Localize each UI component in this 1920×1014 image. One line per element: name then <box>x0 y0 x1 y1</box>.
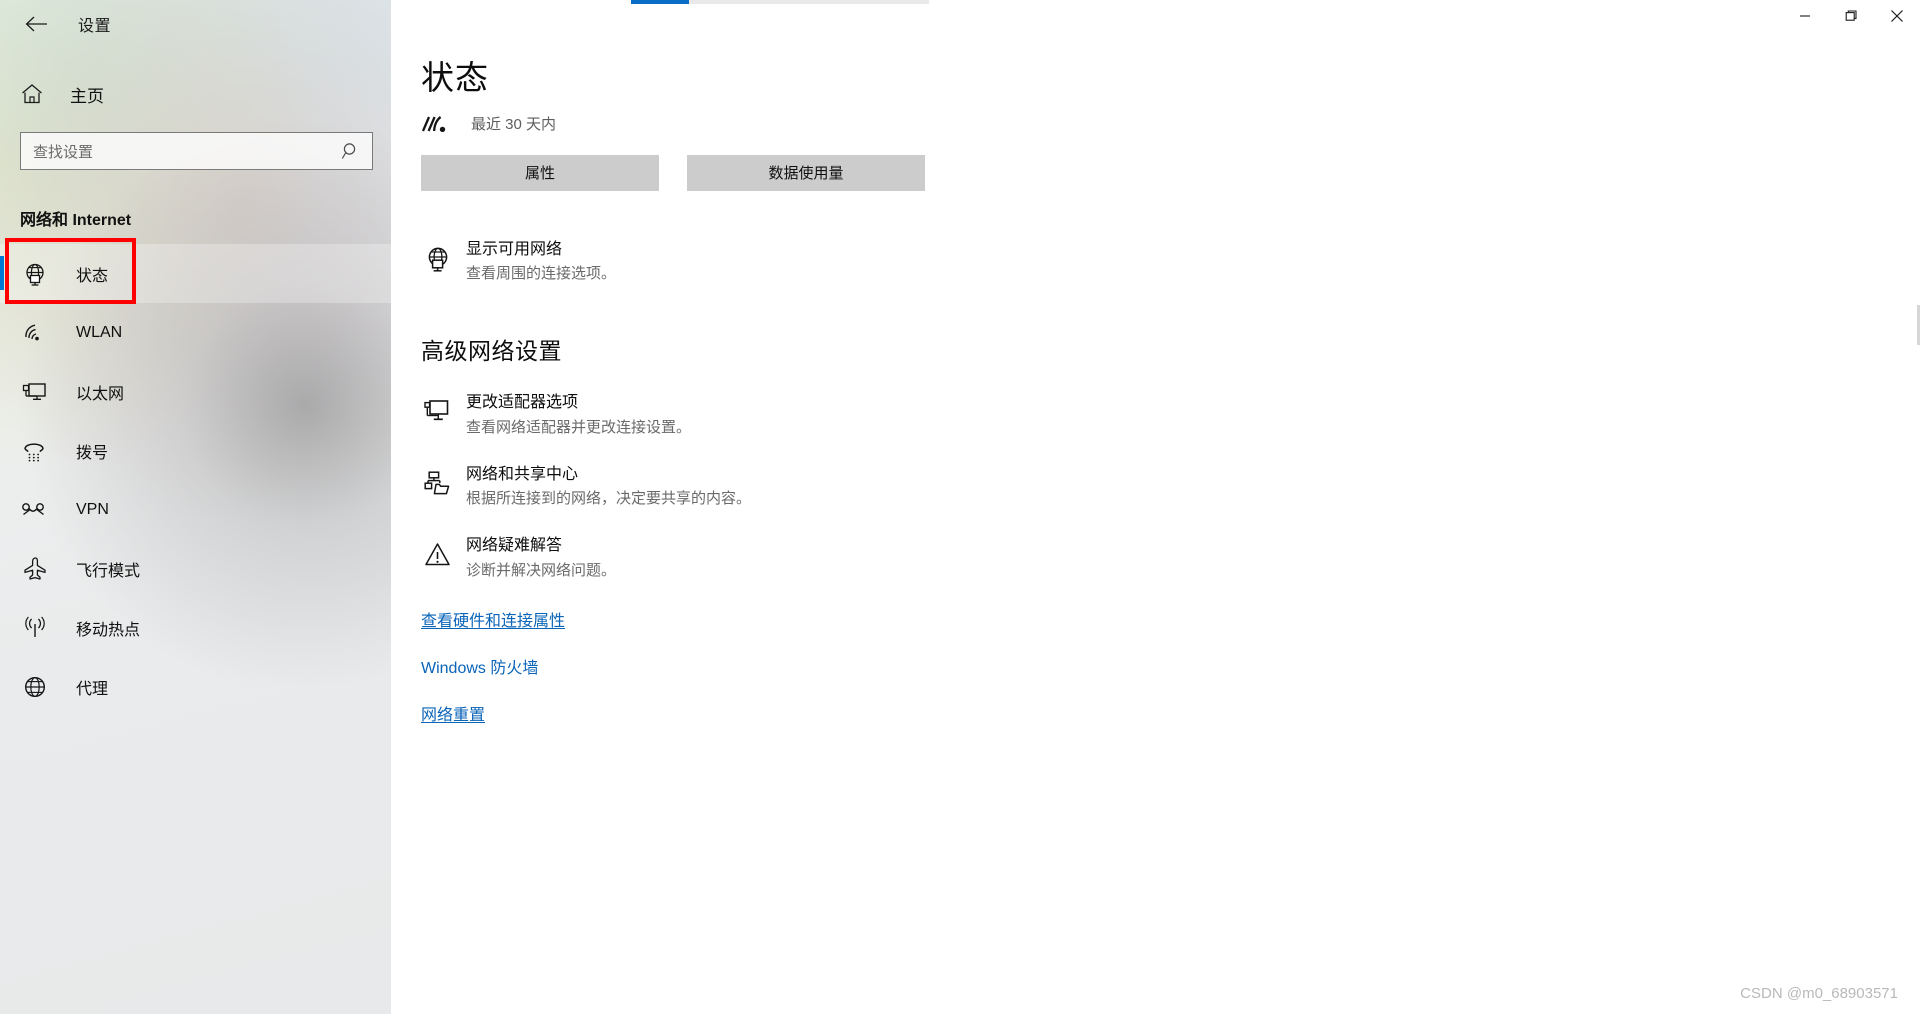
properties-button[interactable]: 属性 <box>421 154 659 191</box>
show-available-networks-title: 显示可用网络 <box>466 240 563 258</box>
change-adapter-options-item[interactable]: 更改适配器选项 查看网络适配器并更改连接设置。 <box>421 392 1920 438</box>
minimize-icon[interactable] <box>1782 0 1828 32</box>
content-pane: 状态 最近 30 天内 属性 数据使用量 显示可用网络 查看周围的连接选项。 高… <box>391 0 1920 1014</box>
network-reset-link[interactable]: 网络重置 <box>421 701 485 725</box>
globe-icon <box>20 259 50 289</box>
warning-triangle-icon <box>421 535 455 581</box>
sidebar-nav-list: 状态 WLAN 以太网 拨号 VPN 飞行模式 移动热点 代理 <box>0 244 391 716</box>
sidebar-item-dialup[interactable]: 拨号 <box>0 421 391 480</box>
window-controls <box>1782 0 1920 32</box>
restore-icon[interactable] <box>1828 0 1874 32</box>
search-wrapper: 查找设置 <box>20 132 373 170</box>
proxy-globe-icon <box>20 672 50 702</box>
status-summary: 最近 30 天内 <box>421 111 1920 137</box>
hardware-properties-link[interactable]: 查看硬件和连接属性 <box>421 607 565 631</box>
settings-window: 设置 主页 查找设置 网络和 Internet 状态 WLAN 以太网 拨号 V… <box>0 0 1920 1014</box>
back-arrow-icon[interactable] <box>14 6 58 42</box>
sidebar-item-wlan[interactable]: WLAN <box>0 303 391 362</box>
data-usage-button[interactable]: 数据使用量 <box>687 154 925 191</box>
show-available-networks-item[interactable]: 显示可用网络 查看周围的连接选项。 <box>421 239 1920 285</box>
search-placeholder: 查找设置 <box>33 143 94 161</box>
network-troubleshooter-title: 网络疑难解答 <box>466 537 563 555</box>
network-troubleshooter-desc: 诊断并解决网络问题。 <box>466 561 617 579</box>
wifi-icon <box>20 318 50 348</box>
sidebar-titlebar: 设置 <box>0 0 391 48</box>
sidebar-item-dialup-label: 拨号 <box>76 444 109 462</box>
sidebar: 设置 主页 查找设置 网络和 Internet 状态 WLAN 以太网 拨号 V… <box>0 0 391 1014</box>
change-adapter-options-title: 更改适配器选项 <box>466 394 579 412</box>
watermark: CSDN @m0_68903571 <box>1740 985 1898 1002</box>
sidebar-item-status[interactable]: 状态 <box>0 244 391 303</box>
inactive-tab-indicator <box>689 0 929 4</box>
window-titlebar <box>391 0 1920 48</box>
ethernet-icon <box>20 377 50 407</box>
sidebar-item-ethernet-label: 以太网 <box>76 385 125 403</box>
sidebar-item-home[interactable]: 主页 <box>0 70 391 118</box>
vpn-icon <box>20 495 50 525</box>
page-title: 状态 <box>421 59 489 96</box>
wifi-signal-icon <box>421 114 455 134</box>
home-icon <box>18 83 46 105</box>
monitor-icon <box>421 392 455 438</box>
sidebar-item-proxy[interactable]: 代理 <box>0 657 391 716</box>
windows-firewall-link[interactable]: Windows 防火墙 <box>421 654 538 678</box>
sidebar-item-hotspot-label: 移动热点 <box>76 621 141 639</box>
search-input[interactable]: 查找设置 <box>20 132 373 170</box>
sidebar-item-vpn[interactable]: VPN <box>0 480 391 539</box>
sidebar-item-airplane-mode-label: 飞行模式 <box>76 562 141 580</box>
main-content: 状态 最近 30 天内 属性 数据使用量 显示可用网络 查看周围的连接选项。 高… <box>391 48 1920 725</box>
sidebar-category-title: 网络和 Internet <box>20 212 132 229</box>
status-summary-text: 最近 30 天内 <box>471 116 557 134</box>
advanced-settings-section-title: 高级网络设置 <box>421 338 562 365</box>
sidebar-item-proxy-label: 代理 <box>76 680 109 698</box>
status-action-buttons: 属性 数据使用量 <box>421 154 1920 191</box>
sidebar-item-home-label: 主页 <box>70 86 104 106</box>
network-sharing-center-item[interactable]: 网络和共享中心 根据所连接到的网络，决定要共享的内容。 <box>421 464 1920 510</box>
app-title: 设置 <box>78 18 112 35</box>
change-adapter-options-desc: 查看网络适配器并更改连接设置。 <box>466 418 692 436</box>
globe-stand-icon <box>421 239 455 285</box>
network-sharing-center-title: 网络和共享中心 <box>466 465 579 483</box>
network-troubleshooter-item[interactable]: 网络疑难解答 诊断并解决网络问题。 <box>421 535 1920 581</box>
hotspot-icon <box>20 613 50 643</box>
sidebar-item-ethernet[interactable]: 以太网 <box>0 362 391 421</box>
search-icon[interactable] <box>340 141 362 161</box>
share-folder-icon <box>421 464 455 510</box>
sidebar-item-wlan-label: WLAN <box>76 323 123 341</box>
network-sharing-center-desc: 根据所连接到的网络，决定要共享的内容。 <box>466 490 752 508</box>
dialup-icon <box>20 436 50 466</box>
airplane-icon <box>20 554 50 584</box>
bottom-links: 查看硬件和连接属性 Windows 防火墙 网络重置 <box>421 607 1920 725</box>
active-tab-indicator <box>631 0 689 4</box>
sidebar-item-status-label: 状态 <box>76 267 109 285</box>
show-available-networks-desc: 查看周围的连接选项。 <box>466 265 617 283</box>
sidebar-item-vpn-label: VPN <box>76 500 109 518</box>
sidebar-item-airplane-mode[interactable]: 飞行模式 <box>0 539 391 598</box>
sidebar-item-hotspot[interactable]: 移动热点 <box>0 598 391 657</box>
close-icon[interactable] <box>1874 0 1920 32</box>
top-tab-strip <box>631 0 931 5</box>
